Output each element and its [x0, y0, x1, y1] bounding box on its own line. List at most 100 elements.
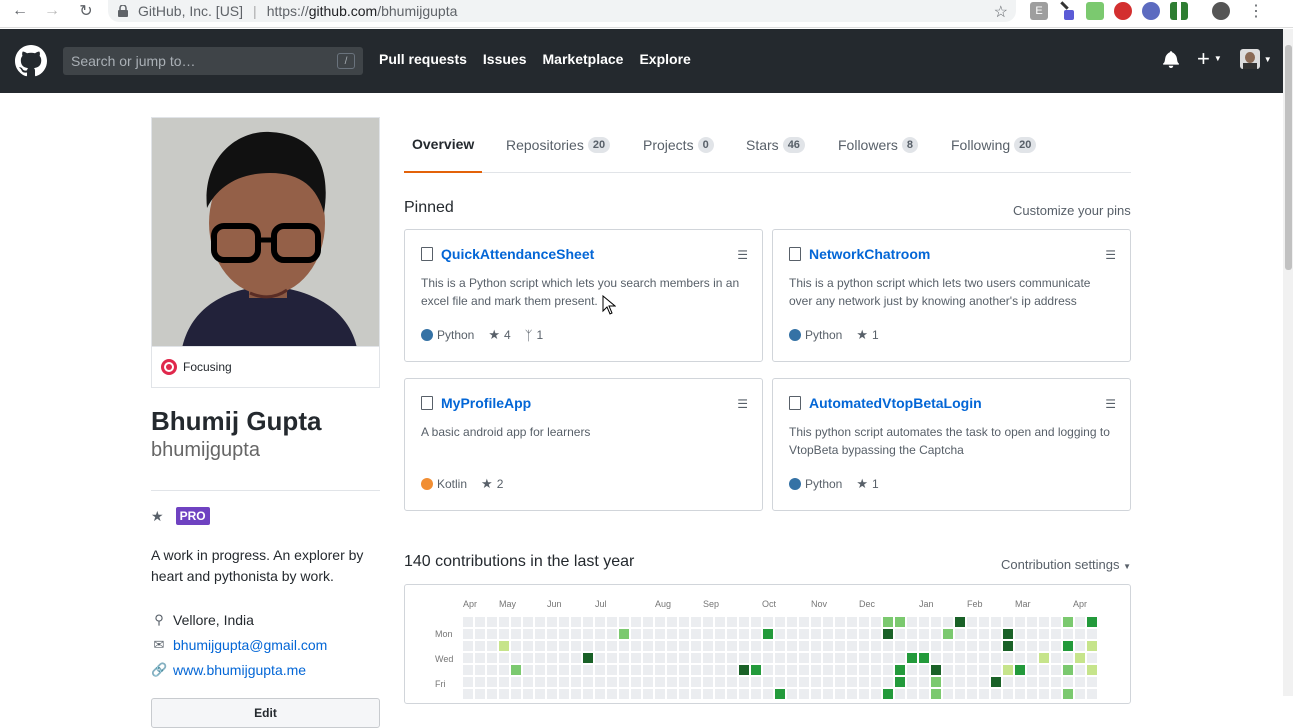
contribution-day-cell[interactable] [739, 665, 749, 675]
contribution-day-cell[interactable] [631, 677, 641, 687]
extension-grid-icon[interactable] [1170, 2, 1188, 20]
contribution-day-cell[interactable] [871, 689, 881, 699]
repo-forks-link[interactable]: ᛉ1 [525, 328, 544, 343]
contribution-day-cell[interactable] [823, 629, 833, 639]
contribution-day-cell[interactable] [1039, 641, 1049, 651]
contribution-day-cell[interactable] [1039, 617, 1049, 627]
contribution-day-cell[interactable] [1063, 677, 1073, 687]
contribution-day-cell[interactable] [727, 617, 737, 627]
contribution-day-cell[interactable] [859, 629, 869, 639]
contribution-day-cell[interactable] [535, 665, 545, 675]
contribution-day-cell[interactable] [967, 617, 977, 627]
contribution-day-cell[interactable] [571, 653, 581, 663]
contribution-day-cell[interactable] [1075, 665, 1085, 675]
contribution-day-cell[interactable] [463, 665, 473, 675]
contribution-day-cell[interactable] [511, 641, 521, 651]
contribution-day-cell[interactable] [799, 665, 809, 675]
contribution-day-cell[interactable] [739, 689, 749, 699]
contribution-day-cell[interactable] [643, 617, 653, 627]
contribution-day-cell[interactable] [943, 689, 953, 699]
contribution-day-cell[interactable] [979, 677, 989, 687]
contribution-day-cell[interactable] [1075, 653, 1085, 663]
contribution-day-cell[interactable] [859, 689, 869, 699]
tab-following[interactable]: Following 20 [951, 117, 1037, 173]
contribution-day-cell[interactable] [871, 677, 881, 687]
repo-stars-link[interactable]: ★ 2 [481, 476, 503, 492]
contribution-day-cell[interactable] [919, 665, 929, 675]
contribution-day-cell[interactable] [1051, 665, 1061, 675]
contribution-day-cell[interactable] [811, 677, 821, 687]
contribution-day-cell[interactable] [871, 653, 881, 663]
contribution-day-cell[interactable] [583, 665, 593, 675]
contribution-day-cell[interactable] [463, 689, 473, 699]
contribution-day-cell[interactable] [571, 641, 581, 651]
contribution-day-cell[interactable] [727, 641, 737, 651]
contribution-day-cell[interactable] [475, 629, 485, 639]
contribution-day-cell[interactable] [475, 641, 485, 651]
contribution-day-cell[interactable] [1075, 629, 1085, 639]
contribution-day-cell[interactable] [991, 641, 1001, 651]
contribution-day-cell[interactable] [943, 617, 953, 627]
contribution-day-cell[interactable] [751, 653, 761, 663]
nav-marketplace[interactable]: Marketplace [543, 51, 624, 67]
contribution-day-cell[interactable] [607, 677, 617, 687]
contribution-day-cell[interactable] [607, 665, 617, 675]
contribution-day-cell[interactable] [631, 629, 641, 639]
contribution-day-cell[interactable] [955, 653, 965, 663]
contribution-day-cell[interactable] [727, 629, 737, 639]
contribution-day-cell[interactable] [631, 665, 641, 675]
contribution-day-cell[interactable] [631, 653, 641, 663]
contribution-day-cell[interactable] [775, 629, 785, 639]
contribution-day-cell[interactable] [835, 689, 845, 699]
contribution-day-cell[interactable] [691, 665, 701, 675]
contribution-day-cell[interactable] [967, 629, 977, 639]
contribution-day-cell[interactable] [715, 689, 725, 699]
contribution-day-cell[interactable] [1051, 689, 1061, 699]
contribution-day-cell[interactable] [955, 617, 965, 627]
contribution-day-cell[interactable] [799, 629, 809, 639]
tab-stars[interactable]: Stars 46 [746, 117, 805, 173]
back-icon[interactable]: ← [6, 0, 34, 22]
contribution-day-cell[interactable] [1087, 641, 1097, 651]
contribution-day-cell[interactable] [859, 677, 869, 687]
contribution-settings-dropdown[interactable]: Contribution settings ▼ [1001, 557, 1131, 572]
contribution-day-cell[interactable] [1051, 653, 1061, 663]
contribution-day-cell[interactable] [931, 617, 941, 627]
contribution-day-cell[interactable] [847, 677, 857, 687]
contribution-day-cell[interactable] [883, 617, 893, 627]
contribution-day-cell[interactable] [655, 641, 665, 651]
contribution-day-cell[interactable] [487, 641, 497, 651]
contribution-day-cell[interactable] [1015, 665, 1025, 675]
contribution-day-cell[interactable] [991, 689, 1001, 699]
contribution-day-cell[interactable] [667, 665, 677, 675]
contribution-day-cell[interactable] [847, 617, 857, 627]
contribution-day-cell[interactable] [871, 629, 881, 639]
contribution-day-cell[interactable] [943, 665, 953, 675]
contribution-day-cell[interactable] [931, 665, 941, 675]
contribution-day-cell[interactable] [607, 617, 617, 627]
contribution-day-cell[interactable] [907, 689, 917, 699]
contribution-day-cell[interactable] [955, 641, 965, 651]
reload-icon[interactable]: ↻ [72, 0, 100, 22]
contribution-day-cell[interactable] [1063, 689, 1073, 699]
contribution-day-cell[interactable] [919, 689, 929, 699]
contribution-day-cell[interactable] [475, 677, 485, 687]
contribution-day-cell[interactable] [655, 689, 665, 699]
contribution-day-cell[interactable] [907, 665, 917, 675]
contribution-day-cell[interactable] [499, 641, 509, 651]
contribution-day-cell[interactable] [1039, 689, 1049, 699]
contribution-day-cell[interactable] [1087, 665, 1097, 675]
contribution-day-cell[interactable] [1015, 629, 1025, 639]
contribution-day-cell[interactable] [643, 653, 653, 663]
contribution-day-cell[interactable] [559, 629, 569, 639]
contribution-day-cell[interactable] [691, 617, 701, 627]
contribution-day-cell[interactable] [907, 653, 917, 663]
contribution-day-cell[interactable] [619, 689, 629, 699]
contribution-day-cell[interactable] [883, 653, 893, 663]
contribution-day-cell[interactable] [1003, 689, 1013, 699]
contribution-day-cell[interactable] [511, 677, 521, 687]
contribution-day-cell[interactable] [499, 653, 509, 663]
contribution-day-cell[interactable] [703, 665, 713, 675]
contribution-day-cell[interactable] [523, 617, 533, 627]
contribution-day-cell[interactable] [775, 653, 785, 663]
